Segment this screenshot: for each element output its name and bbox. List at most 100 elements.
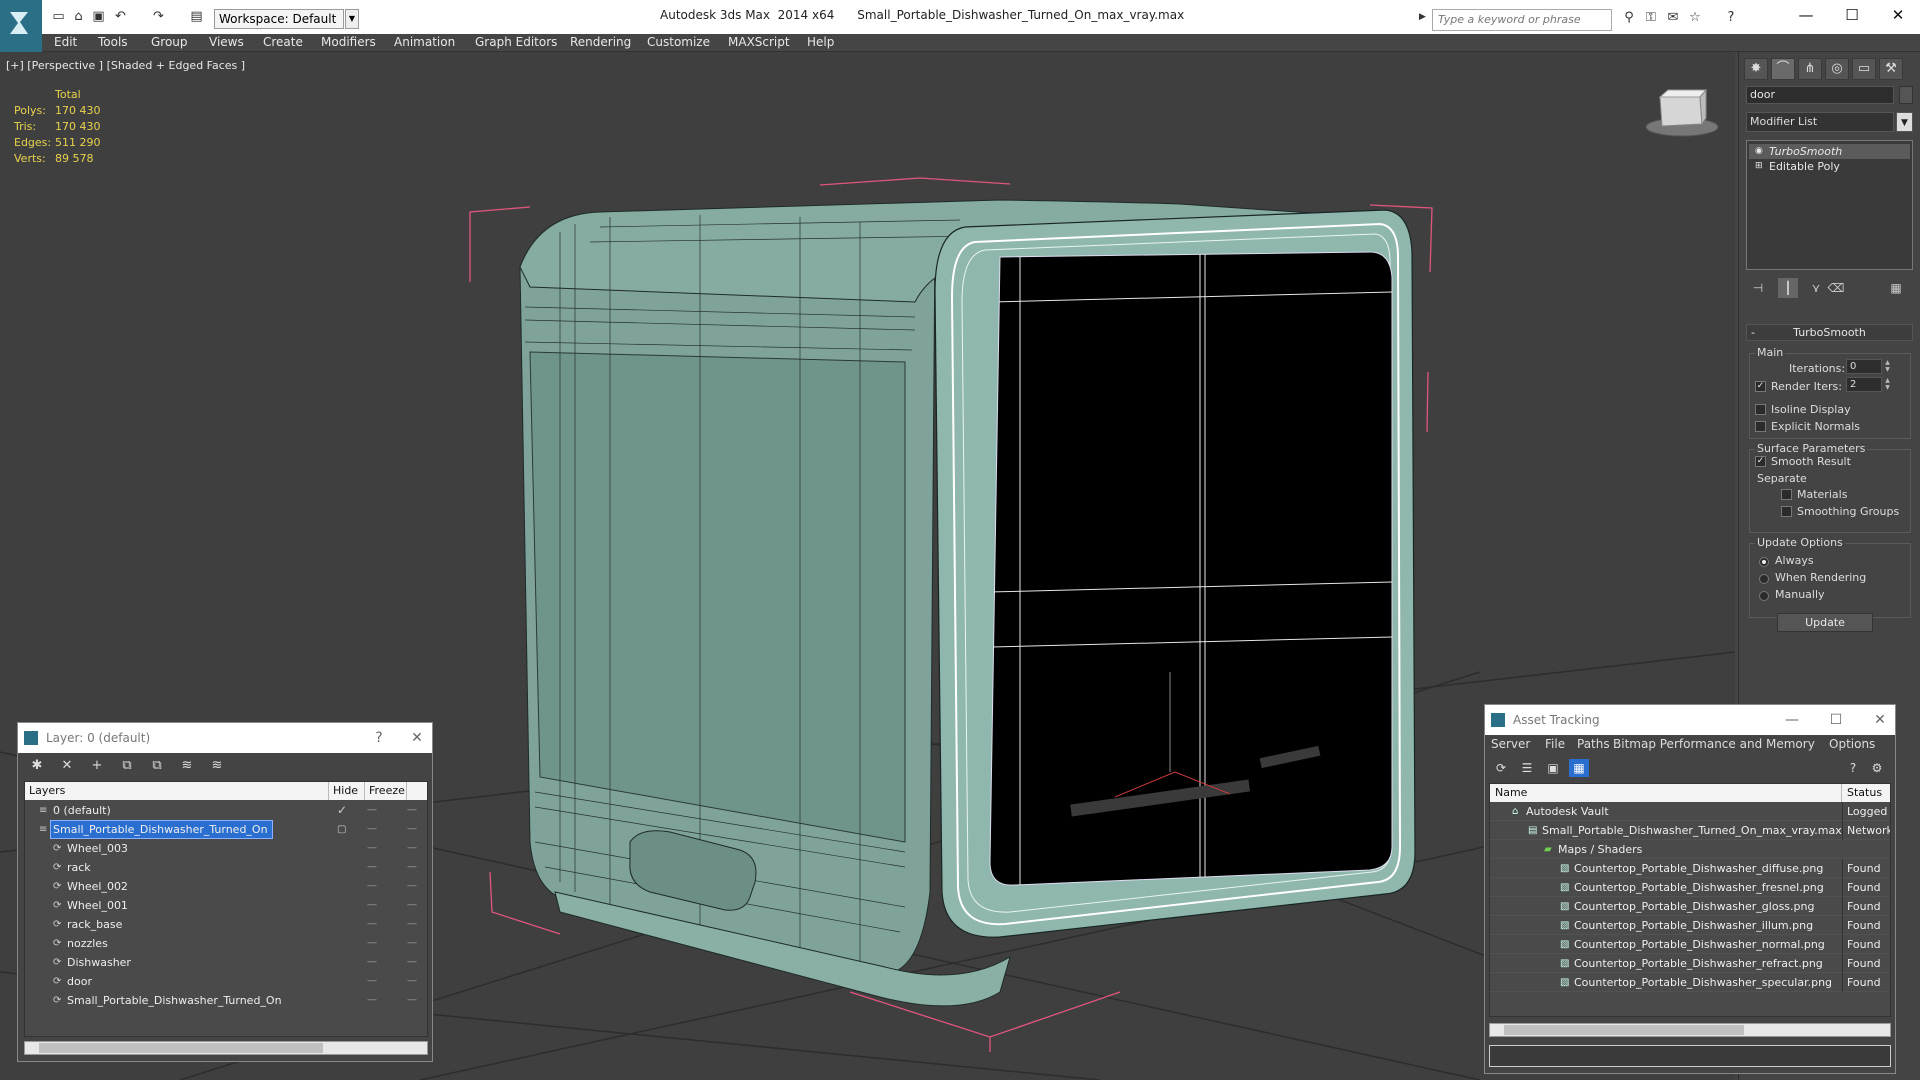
set-current-layer-icon[interactable]: ▢ xyxy=(337,820,346,839)
app-menu-button[interactable] xyxy=(0,0,42,52)
layer-row[interactable]: ⟳ Wheel_001 ---- ---- xyxy=(25,896,427,915)
create-layer-icon[interactable]: ✱ xyxy=(26,757,48,775)
column-header-name[interactable]: Name xyxy=(1490,784,1842,802)
help-icon[interactable]: ? xyxy=(364,723,394,753)
freeze-toggle[interactable]: ---- xyxy=(407,877,417,896)
menu-create[interactable]: Create xyxy=(263,35,303,49)
new-file-icon[interactable]: ▭ xyxy=(50,9,67,25)
materials-checkbox[interactable] xyxy=(1781,489,1792,500)
menu-help[interactable]: Help xyxy=(807,35,834,49)
hide-toggle[interactable]: ---- xyxy=(367,839,377,858)
asset-menu-server[interactable]: Server xyxy=(1491,737,1530,751)
layer-row[interactable]: ⟳ nozzles ---- ---- xyxy=(25,934,427,953)
asset-status-field[interactable] xyxy=(1489,1045,1891,1067)
lightbulb-icon[interactable]: ◉ xyxy=(1755,144,1763,159)
object-name-field[interactable]: door xyxy=(1746,86,1894,104)
smoothing-groups-checkbox[interactable] xyxy=(1781,506,1792,517)
communication-icon[interactable]: ✉ xyxy=(1664,10,1682,26)
turbosmooth-rollout-header[interactable]: - TurboSmooth xyxy=(1746,324,1913,341)
maximize-button[interactable]: ☐ xyxy=(1821,705,1851,735)
hide-toggle[interactable]: ---- xyxy=(367,915,377,934)
render-iters-checkbox[interactable]: ✓ xyxy=(1755,381,1766,392)
remove-modifier-icon[interactable]: ⌫ xyxy=(1826,278,1846,298)
scrollbar-thumb[interactable] xyxy=(1504,1025,1744,1035)
help-icon[interactable]: ? xyxy=(1843,759,1863,777)
menu-maxscript[interactable]: MAXScript xyxy=(728,35,790,49)
asset-row[interactable]: ▧ Countertop_Portable_Dishwasher_diffuse.… xyxy=(1490,859,1890,878)
motion-tab-icon[interactable]: ◎ xyxy=(1825,58,1849,80)
current-layer-check-icon[interactable]: ✓ xyxy=(337,801,347,820)
key-icon[interactable]: ⚿ xyxy=(1642,10,1660,26)
smooth-result-checkbox[interactable]: ✓ xyxy=(1755,456,1766,467)
undo-icon[interactable]: ↶ xyxy=(112,9,129,25)
column-header-freeze[interactable]: Freeze xyxy=(365,782,407,800)
hide-toggle[interactable]: ---- xyxy=(367,972,377,991)
asset-window-titlebar[interactable]: Asset Tracking — ☐ ✕ xyxy=(1485,705,1895,735)
chevron-down-icon[interactable]: ▼ xyxy=(1896,112,1913,132)
search-input[interactable]: Type a keyword or phrase xyxy=(1432,9,1612,31)
asset-row[interactable]: ▧ Countertop_Portable_Dishwasher_normal.p… xyxy=(1490,935,1890,954)
pin-stack-icon[interactable]: ⊣ xyxy=(1748,278,1768,298)
close-icon[interactable]: ✕ xyxy=(1865,705,1895,735)
minimize-button[interactable]: — xyxy=(1783,0,1829,30)
modify-tab-icon[interactable]: ⌒ xyxy=(1771,58,1795,80)
close-icon[interactable]: ✕ xyxy=(402,723,432,753)
asset-menu-file[interactable]: File xyxy=(1545,737,1565,751)
menu-customize[interactable]: Customize xyxy=(647,35,710,49)
asset-menu-paths[interactable]: Paths xyxy=(1577,737,1610,751)
table-view-icon[interactable]: ▦ xyxy=(1569,759,1589,777)
refresh-icon[interactable]: ⟳ xyxy=(1491,759,1511,777)
asset-menu-options[interactable]: Options xyxy=(1829,737,1875,751)
layer-row[interactable]: ⟳ door ---- ---- xyxy=(25,972,427,991)
delete-layer-icon[interactable]: ✕ xyxy=(56,757,78,775)
hide-toggle[interactable]: ---- xyxy=(367,934,377,953)
render-iters-spinner[interactable]: 2 xyxy=(1846,377,1882,392)
asset-row[interactable]: ▧ Countertop_Portable_Dishwasher_gloss.pn… xyxy=(1490,897,1890,916)
highlight-layer-icon[interactable]: ⧉ xyxy=(146,757,168,775)
asset-row[interactable]: ⌂ Autodesk Vault Logged O xyxy=(1490,802,1890,821)
utilities-tab-icon[interactable]: ⚒ xyxy=(1879,58,1903,80)
freeze-toggle[interactable]: ---- xyxy=(407,934,417,953)
list-view-icon[interactable]: ☰ xyxy=(1517,759,1537,777)
layer-row[interactable]: ⟳ rack_base ---- ---- xyxy=(25,915,427,934)
always-radio[interactable] xyxy=(1759,557,1769,567)
freeze-toggle[interactable]: ---- xyxy=(407,991,417,1010)
expand-plus-icon[interactable]: ⊞ xyxy=(1755,159,1763,174)
when-rendering-radio[interactable] xyxy=(1759,574,1769,584)
hide-toggle[interactable]: ---- xyxy=(367,820,377,839)
freeze-toggle[interactable]: ---- xyxy=(407,953,417,972)
show-end-result-icon[interactable]: ┃ xyxy=(1778,278,1798,298)
layer-window-titlebar[interactable]: Layer: 0 (default) ? ✕ xyxy=(18,723,432,753)
object-color-swatch[interactable] xyxy=(1899,86,1913,104)
layer-horizontal-scrollbar[interactable] xyxy=(24,1041,428,1055)
manually-radio[interactable] xyxy=(1759,591,1769,601)
stack-item-editable-poly[interactable]: ⊞ Editable Poly xyxy=(1749,159,1910,174)
freeze-toggle[interactable]: ---- xyxy=(407,858,417,877)
workspace-dropdown[interactable]: Workspace: Default xyxy=(214,9,344,29)
asset-row[interactable]: ▰ Maps / Shaders xyxy=(1490,840,1890,859)
menu-edit[interactable]: Edit xyxy=(54,35,77,49)
menu-graph-editors[interactable]: Graph Editors xyxy=(475,35,557,49)
close-window-button[interactable]: ✕ xyxy=(1875,0,1920,30)
project-folder-icon[interactable]: ▤ xyxy=(188,9,205,25)
collapse-icon[interactable]: - xyxy=(1751,325,1755,340)
hide-toggle[interactable]: ---- xyxy=(367,991,377,1010)
menu-modifiers[interactable]: Modifiers xyxy=(321,35,376,49)
explicit-normals-checkbox[interactable] xyxy=(1755,421,1766,432)
layer-row[interactable]: ⟳ Small_Portable_Dishwasher_Turned_On ----… xyxy=(25,991,427,1010)
favorites-star-icon[interactable]: ☆ xyxy=(1686,10,1704,26)
asset-row[interactable]: ▧ Countertop_Portable_Dishwasher_fresnel.… xyxy=(1490,878,1890,897)
update-button[interactable]: Update xyxy=(1777,613,1873,632)
layer-row[interactable]: ⟳ Dishwasher ---- ---- xyxy=(25,953,427,972)
chevron-right-icon[interactable]: ▶ xyxy=(1419,12,1426,22)
column-header-status[interactable]: Status xyxy=(1842,784,1890,802)
make-unique-icon[interactable]: ⋎ xyxy=(1806,278,1826,298)
select-in-layer-icon[interactable]: ⧉ xyxy=(116,757,138,775)
hide-toggle[interactable]: ---- xyxy=(367,858,377,877)
layer-row[interactable]: ⟳ Wheel_003 ---- ---- xyxy=(25,839,427,858)
asset-row[interactable]: ▧ Countertop_Portable_Dishwasher_specular… xyxy=(1490,973,1890,992)
freeze-toggle[interactable]: ---- xyxy=(407,839,417,858)
hide-toggle[interactable]: ---- xyxy=(367,877,377,896)
freeze-toggle[interactable]: ---- xyxy=(407,801,417,820)
save-file-icon[interactable]: ▣ xyxy=(90,9,107,25)
